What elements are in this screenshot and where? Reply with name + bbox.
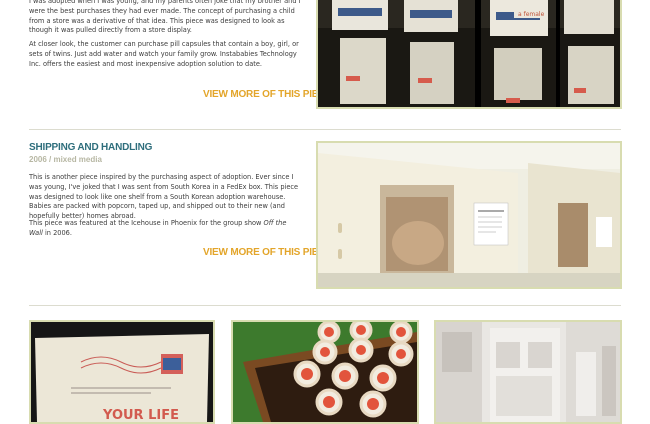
piece2-title: SHIPPING AND HANDLING: [29, 142, 153, 153]
thumbnail-3[interactable]: [434, 320, 622, 424]
section-divider: [29, 129, 621, 130]
piece1-paragraph-2: At closer look, the customer can purchas…: [29, 40, 299, 68]
sushi-thumbnail-image: [233, 322, 417, 422]
piece1-photo[interactable]: a female: [316, 0, 622, 109]
thumbnail-1[interactable]: YOUR LIFE: [29, 320, 215, 424]
section-divider: [29, 305, 621, 306]
piece2-subtitle: 2006 / mixed media: [29, 155, 102, 164]
piece2-photo[interactable]: [316, 141, 622, 289]
piece2-paragraph-2: This piece was featured at the Icehouse …: [29, 219, 301, 239]
piece1-paragraph-1: I was adopted when I was young, and my p…: [29, 0, 301, 35]
package-label: a female: [518, 11, 545, 18]
architecture-model-thumbnail-image: [436, 322, 620, 422]
thumbnail-2[interactable]: [231, 320, 419, 424]
envelope-text: YOUR LIFE: [102, 408, 179, 422]
store-display-image: a female: [318, 0, 620, 107]
shipping-boxes-image: [318, 143, 620, 287]
piece2-paragraph-1: This is another piece inspired by the pu…: [29, 173, 299, 221]
paragraph-text: in 2006.: [42, 228, 72, 237]
envelope-thumbnail-image: YOUR LIFE: [31, 322, 213, 422]
paragraph-text: This piece was featured at the Icehouse …: [29, 219, 264, 227]
